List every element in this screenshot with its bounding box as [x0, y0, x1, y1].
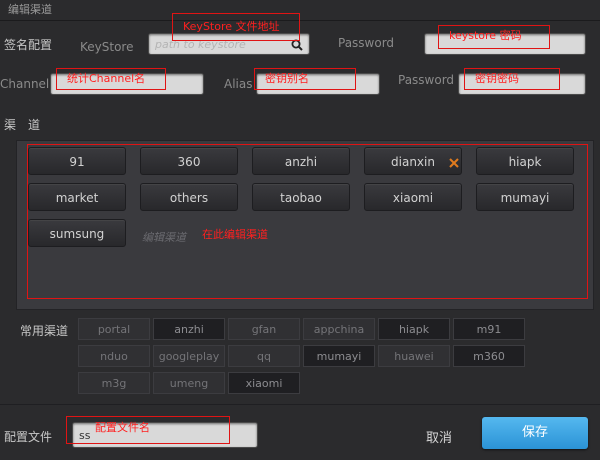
- common-channel-item[interactable]: xiaomi: [228, 372, 300, 394]
- common-channel-item[interactable]: huawei: [378, 345, 450, 367]
- common-channel-item[interactable]: nduo: [78, 345, 150, 367]
- channel-area-annotation-box: [27, 144, 588, 299]
- channel-annotation: 统计Channel名: [56, 68, 166, 90]
- alias-label: Alias: [224, 77, 253, 91]
- save-button[interactable]: 保存: [482, 417, 588, 449]
- alias-password-annotation: 密钥密码: [464, 68, 560, 90]
- alias-annotation: 密钥别名: [254, 68, 356, 90]
- common-channel-item[interactable]: hiapk: [378, 318, 450, 340]
- signing-section-label: 签名配置: [4, 38, 53, 52]
- common-channel-item[interactable]: mumayi: [303, 345, 375, 367]
- window-title: 编辑渠道: [8, 3, 52, 16]
- common-channels-label: 常用渠道: [20, 324, 69, 338]
- channels-section-label: 渠 道: [4, 118, 41, 132]
- config-file-annotation: 配置文件名: [66, 416, 230, 444]
- keystore-label: KeyStore: [80, 40, 134, 54]
- common-channel-item[interactable]: appchina: [303, 318, 375, 340]
- config-file-label: 配置文件: [4, 430, 53, 444]
- common-channel-item[interactable]: qq: [228, 345, 300, 367]
- keystore-annotation: KeyStore 文件地址: [172, 13, 300, 41]
- title-divider: [0, 20, 600, 21]
- cancel-button[interactable]: 取消: [426, 427, 452, 446]
- alias-password-label: Password: [398, 73, 455, 87]
- common-channel-item[interactable]: m360: [453, 345, 525, 367]
- channel-label: Channel: [0, 77, 50, 91]
- password-label: Password: [338, 36, 395, 50]
- common-channel-item[interactable]: m91: [453, 318, 525, 340]
- common-channel-item[interactable]: gfan: [228, 318, 300, 340]
- common-channel-item[interactable]: anzhi: [153, 318, 225, 340]
- password-annotation: keystore 密码: [438, 25, 550, 49]
- common-channel-item[interactable]: googleplay: [153, 345, 225, 367]
- common-channel-item[interactable]: m3g: [78, 372, 150, 394]
- footer-divider: [0, 404, 600, 405]
- common-channel-item[interactable]: umeng: [153, 372, 225, 394]
- common-channel-item[interactable]: portal: [78, 318, 150, 340]
